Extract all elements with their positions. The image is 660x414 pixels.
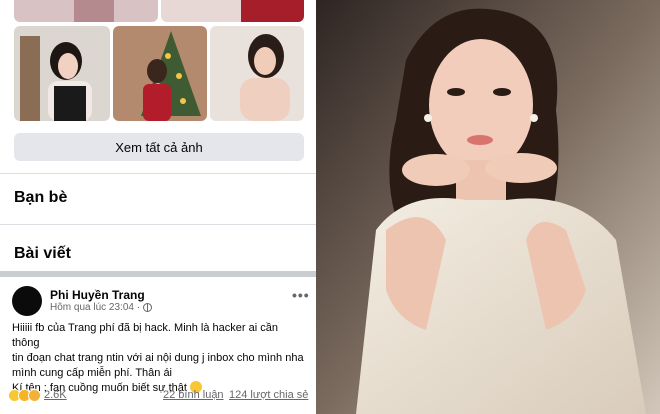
- globe-icon: [143, 303, 153, 312]
- post-author-name[interactable]: Phi Huyền Trang: [50, 288, 145, 302]
- more-options-icon[interactable]: •••: [292, 287, 310, 303]
- photo-thumb-1[interactable]: [14, 0, 158, 22]
- post-line: mình cung cấp miễn phí. Thân ái: [12, 367, 173, 379]
- photo-thumb-2[interactable]: [161, 0, 304, 22]
- comments-count-link[interactable]: 22 bình luận: [163, 389, 224, 401]
- reaction-count[interactable]: 2.6K: [44, 389, 67, 401]
- sad-reaction-icon: [28, 389, 41, 402]
- photo-thumb-3[interactable]: [14, 26, 110, 121]
- portrait-illustration: [316, 0, 660, 414]
- facebook-profile-panel: Xem tất cả ảnh Bạn bè Bài viết Phi Huyền…: [0, 0, 316, 414]
- see-all-photos-button[interactable]: Xem tất cả ảnh: [14, 133, 304, 161]
- post-meta: Hôm qua lúc 23:04 ·: [50, 302, 153, 313]
- avatar[interactable]: [12, 286, 42, 316]
- post-line: tin đoạn chat trang ntin với ai nội dung…: [12, 352, 304, 364]
- post-timestamp[interactable]: Hôm qua lúc 23:04 ·: [50, 302, 140, 313]
- portrait-photo: [316, 0, 660, 414]
- posts-section-title: Bài viết: [14, 245, 71, 262]
- friends-section-title[interactable]: Bạn bè: [14, 189, 67, 207]
- post-line: Hiiiii fb của Trang phí đã bị hack. Minh…: [12, 322, 278, 349]
- section-gap: [0, 271, 316, 277]
- reaction-icons[interactable]: [8, 389, 41, 402]
- photo-thumb-5[interactable]: [210, 26, 304, 121]
- divider: [0, 173, 316, 174]
- post-body: Hiiiii fb của Trang phí đã bị hack. Minh…: [12, 321, 308, 396]
- divider: [0, 224, 316, 225]
- photo-thumb-4[interactable]: [113, 26, 207, 121]
- shares-count-link[interactable]: 124 lượt chia sẻ: [229, 389, 308, 401]
